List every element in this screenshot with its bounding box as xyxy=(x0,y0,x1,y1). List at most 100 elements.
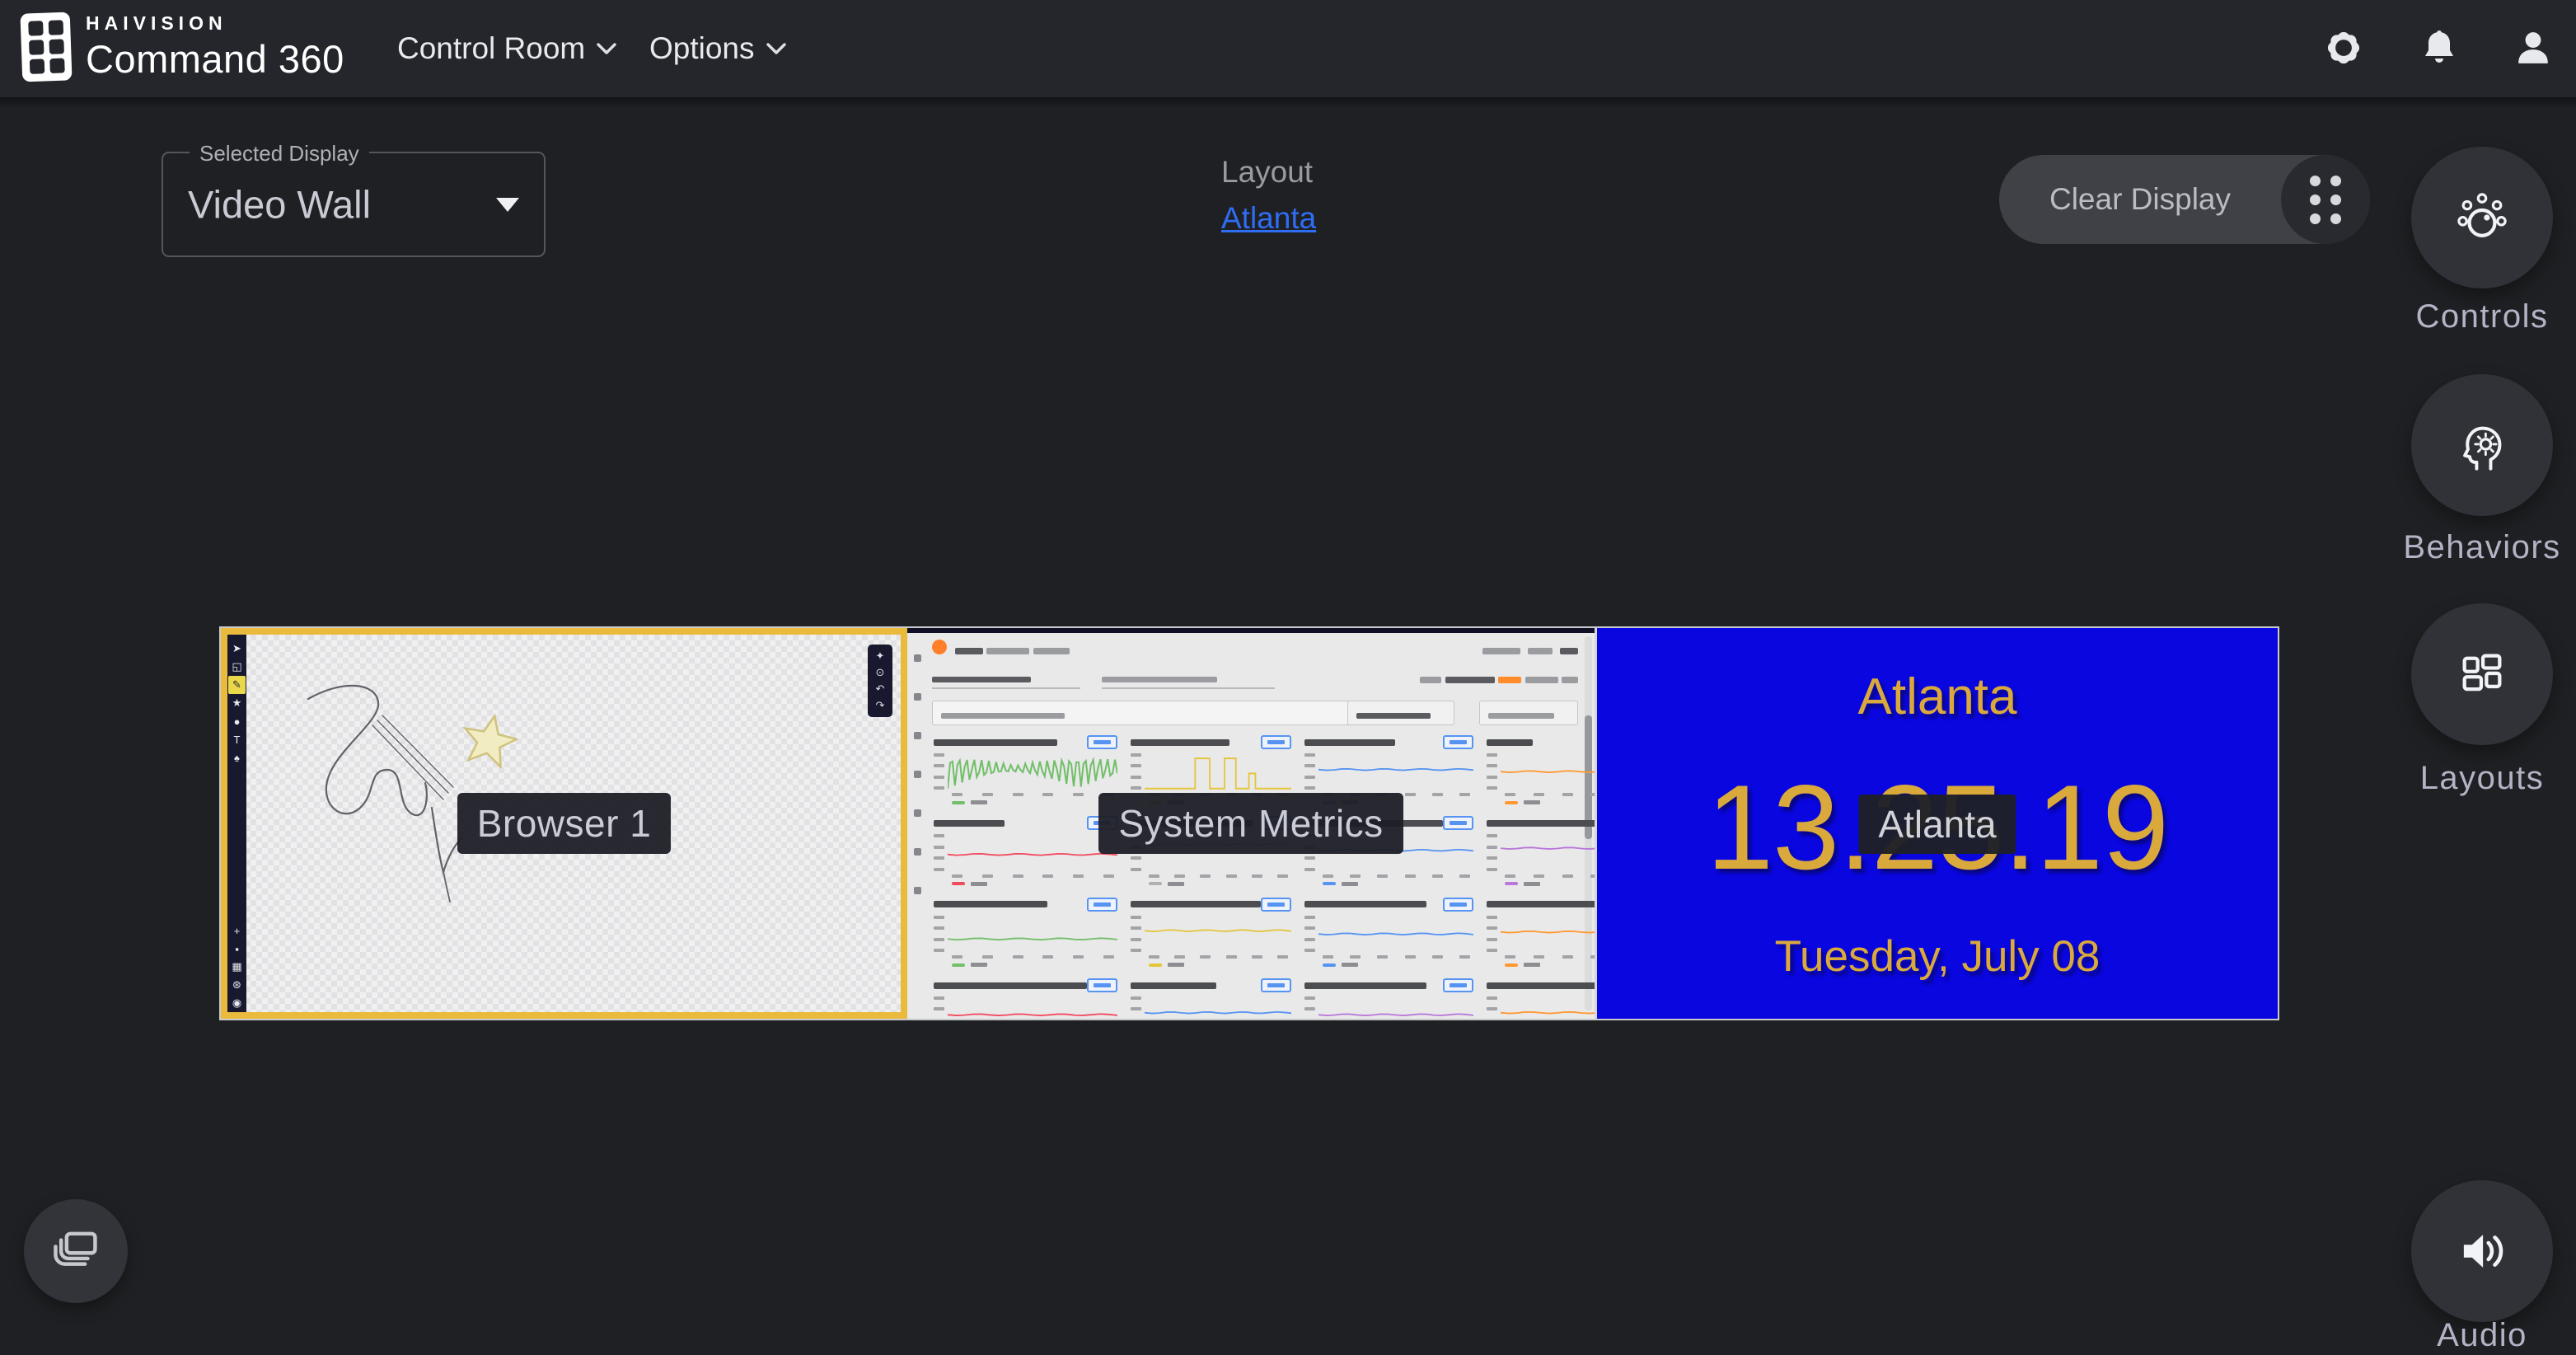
selected-display-select[interactable]: Selected Display Video Wall xyxy=(162,152,546,257)
behaviors-button[interactable] xyxy=(2411,374,2553,516)
panel-link-badge[interactable] xyxy=(1087,898,1117,912)
grafana-header xyxy=(932,640,1578,729)
layouts-label: Layouts xyxy=(2358,760,2576,797)
shape-tool[interactable]: ● xyxy=(228,712,246,730)
presets-button[interactable] xyxy=(24,1199,128,1303)
behaviors-label: Behaviors xyxy=(2358,529,2576,566)
sparkline-chart xyxy=(1501,994,1595,1019)
metric-panel xyxy=(1485,734,1595,809)
wall-source-atlanta-clock[interactable]: Atlanta 13.25.19 Tuesday, July 08 Atlant… xyxy=(1595,628,2278,1019)
clock-date: Tuesday, July 08 xyxy=(1597,931,2278,982)
text-tool[interactable]: T xyxy=(228,730,246,748)
audio-label: Audio xyxy=(2358,1317,2576,1354)
connect-tool[interactable]: ⊛ xyxy=(228,976,246,994)
layouts-button[interactable] xyxy=(2411,603,2553,745)
clear-display-button[interactable]: Clear Display xyxy=(1999,155,2370,244)
panel-link-badge[interactable] xyxy=(1087,978,1117,992)
metric-panel xyxy=(1485,896,1595,972)
notifications-button[interactable] xyxy=(2416,25,2462,71)
account-button[interactable] xyxy=(2510,25,2556,71)
add-tool[interactable]: + xyxy=(228,921,246,940)
panel-link-badge[interactable] xyxy=(1087,816,1117,830)
brand-name: HAIVISION xyxy=(86,12,344,35)
selected-display-value: Video Wall xyxy=(188,182,371,227)
crop-tool[interactable]: ◱ xyxy=(228,658,246,676)
panel-link-badge[interactable] xyxy=(1261,898,1291,912)
metric-panel xyxy=(932,977,1119,1019)
panel-link-badge[interactable] xyxy=(1443,735,1473,749)
layout-atlanta-link[interactable]: Atlanta xyxy=(1221,201,1316,236)
menu-control-room-label: Control Room xyxy=(397,31,585,66)
command360-app: HAIVISION Command 360 Control Room Optio… xyxy=(0,0,2576,1355)
panel-link-badge[interactable] xyxy=(1087,735,1117,749)
source-label-text: Atlanta xyxy=(1858,795,2016,854)
panel-link-badge[interactable] xyxy=(1443,978,1473,992)
menu-options[interactable]: Options xyxy=(649,0,786,97)
sparkline-chart xyxy=(1318,751,1473,792)
pen-tool[interactable]: ✎ xyxy=(228,676,246,694)
metric-panel xyxy=(932,896,1119,972)
grip-dots-icon xyxy=(2310,176,2341,224)
sparkline-chart xyxy=(1145,751,1291,792)
metrics-sidebar xyxy=(907,633,927,1019)
clear-display-grip-button[interactable] xyxy=(2281,155,2370,244)
layout-grid-icon xyxy=(2456,648,2508,701)
sparkline-chart xyxy=(1501,913,1595,954)
audio-button[interactable] xyxy=(2411,1180,2553,1322)
clear-display-label: Clear Display xyxy=(1999,155,2281,244)
select-tool[interactable]: ➤ xyxy=(228,640,246,658)
grid-tool[interactable]: ▦ xyxy=(228,958,246,976)
wall-source-system-metrics[interactable]: System Metrics xyxy=(907,628,1595,1019)
panel-link-badge[interactable] xyxy=(1261,978,1291,992)
head-gear-icon xyxy=(2455,418,2509,472)
brand-product: Command 360 xyxy=(86,36,344,82)
fill-tool[interactable]: ♠ xyxy=(228,748,246,767)
settings-button[interactable] xyxy=(2321,25,2367,71)
redo-icon[interactable]: ↷ xyxy=(876,699,885,712)
sparkline-chart xyxy=(1501,832,1595,873)
gear-icon xyxy=(2323,27,2364,68)
metric-panel xyxy=(932,734,1119,809)
person-icon xyxy=(2514,29,2552,67)
sparkline-chart xyxy=(1501,751,1595,792)
sparkline-chart xyxy=(1145,832,1291,873)
menu-control-room[interactable]: Control Room xyxy=(397,0,616,97)
metric-panel xyxy=(1303,734,1475,809)
star-tool[interactable]: ★ xyxy=(228,694,246,712)
controls-button[interactable] xyxy=(2411,147,2553,288)
layer-stack-icon xyxy=(52,1229,100,1273)
video-wall-preview: ➤◱✎★●T♠+▪▦⊛◉ ✦⊙↶↷ Browser 1 xyxy=(219,626,2279,1020)
metrics-chart-grid xyxy=(932,734,1576,1012)
caret-down-icon xyxy=(496,198,519,212)
pointer-icon[interactable]: ✦ xyxy=(876,649,885,663)
sparkline-chart xyxy=(948,913,1117,954)
panel-link-badge[interactable] xyxy=(1261,816,1291,830)
source-label: Atlanta xyxy=(1858,802,2016,846)
sparkline-chart xyxy=(1145,994,1291,1019)
haivision-logo-icon xyxy=(18,9,73,85)
metrics-window-edge xyxy=(907,628,1595,633)
whiteboard-zoom-toolbar: ✦ ⊙ ↶ ↷ xyxy=(868,645,892,717)
scribble-drawing xyxy=(293,674,590,930)
metric-panel xyxy=(932,814,1119,890)
chevron-down-icon xyxy=(597,43,616,55)
star-shape xyxy=(461,712,518,768)
dot-tool[interactable]: ◉ xyxy=(228,994,246,1012)
undo-icon[interactable]: ↶ xyxy=(876,682,885,696)
sparkline-chart xyxy=(948,832,1117,873)
zoom-icon[interactable]: ⊙ xyxy=(876,666,885,679)
frame-tool[interactable]: ▪ xyxy=(228,940,246,958)
sparkline-chart xyxy=(1318,913,1473,954)
layout-label: Layout xyxy=(1221,155,1316,190)
panel-link-badge[interactable] xyxy=(1261,735,1291,749)
orbit-icon xyxy=(2455,191,2509,244)
metric-panel xyxy=(1303,977,1475,1019)
metric-panel xyxy=(1303,814,1475,890)
panel-link-badge[interactable] xyxy=(1443,816,1473,830)
panel-link-badge[interactable] xyxy=(1443,898,1473,912)
sparkline-chart xyxy=(1318,832,1473,873)
layout-block: Layout Atlanta xyxy=(1221,155,1316,236)
metric-panel xyxy=(1129,896,1293,972)
brand: HAIVISION Command 360 xyxy=(20,10,344,84)
wall-source-browser-1[interactable]: ➤◱✎★●T♠+▪▦⊛◉ ✦⊙↶↷ Browser 1 xyxy=(221,628,907,1019)
